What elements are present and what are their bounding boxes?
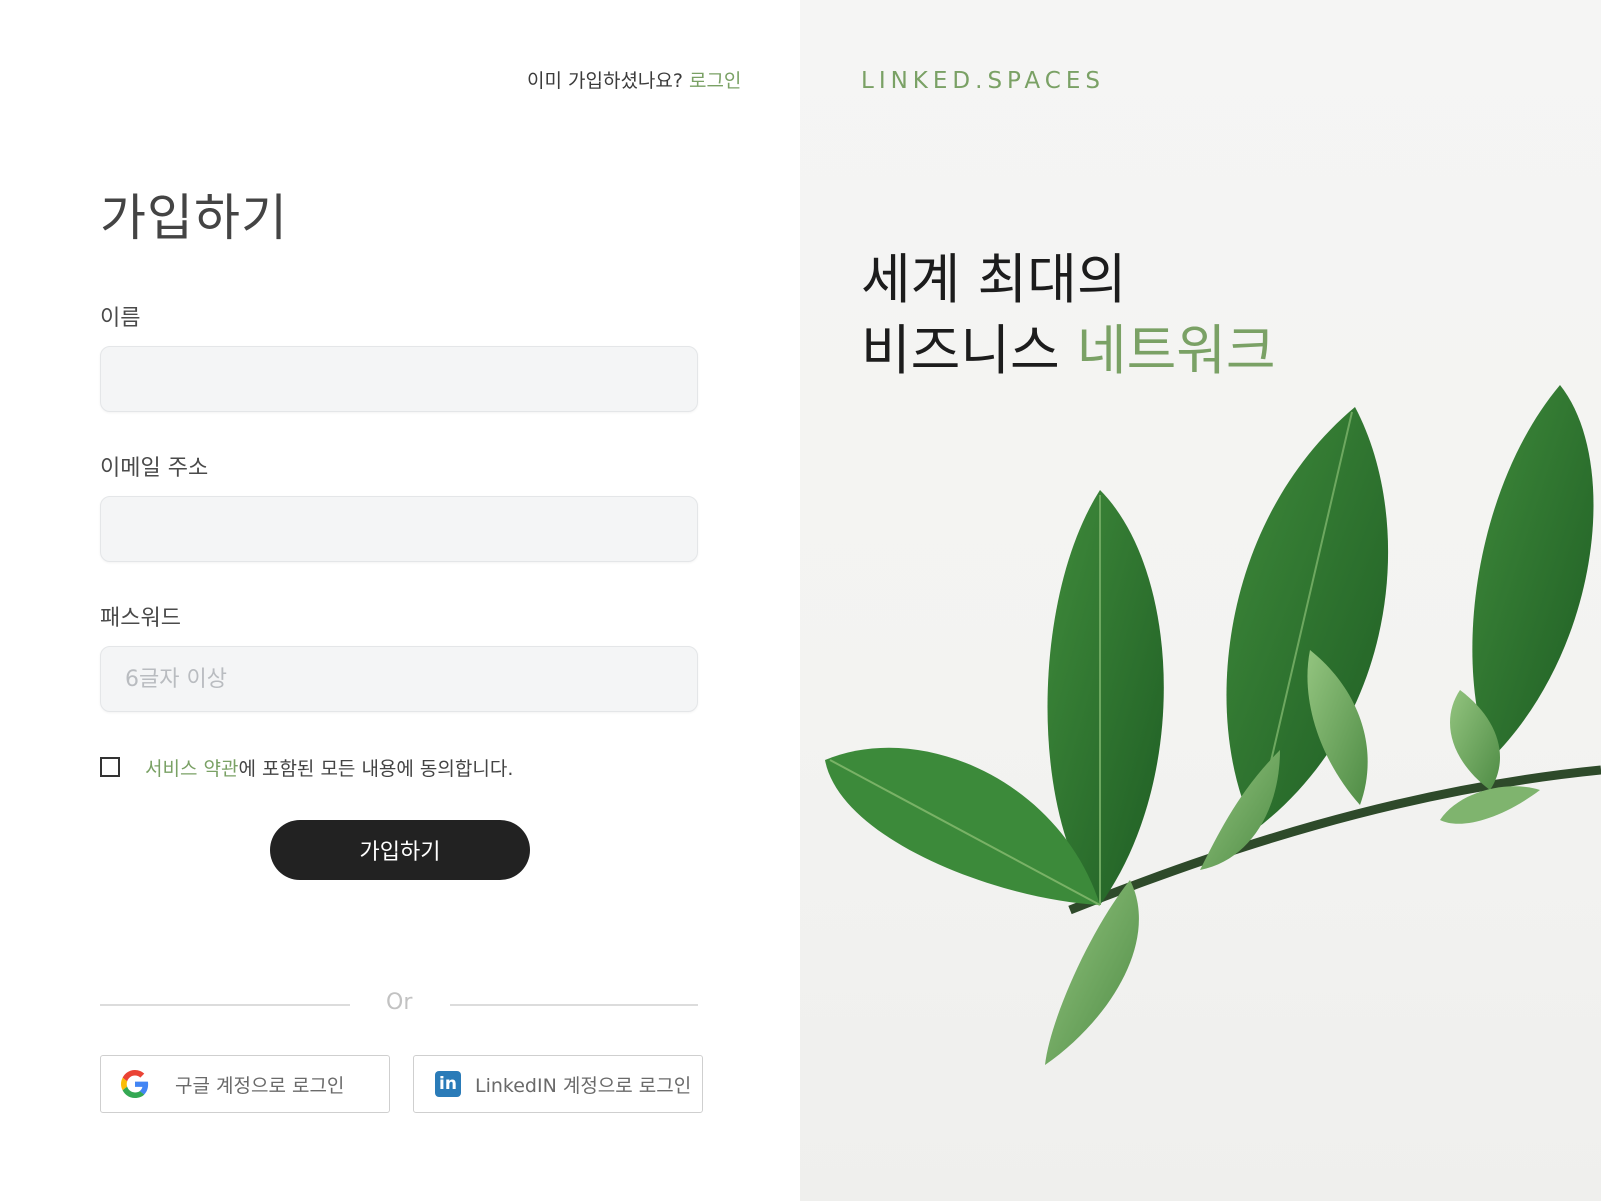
- name-field[interactable]: [100, 346, 698, 412]
- email-label: 이메일 주소: [100, 456, 209, 481]
- divider-line-right: [450, 1004, 698, 1006]
- headline-plain: 비즈니스: [861, 319, 1077, 382]
- email-field[interactable]: [100, 496, 698, 562]
- password-field[interactable]: [100, 646, 698, 712]
- page-title: 가입하기: [100, 189, 288, 247]
- linkedin-login-button[interactable]: in LinkedIN 계정으로 로그인: [413, 1055, 703, 1113]
- agree-sentence: 에 포함된 모든 내용에 동의합니다.: [238, 757, 514, 780]
- google-icon: [121, 1070, 149, 1098]
- login-prompt: 이미 가입하셨나요? 로그인: [527, 66, 741, 93]
- brand-logo-text: LINKED.SPACES: [861, 68, 1105, 94]
- linkedin-login-label: LinkedIN 계정으로 로그인: [475, 1074, 692, 1097]
- agree-text: 서비스 약관에 포함된 모든 내용에 동의합니다.: [145, 754, 513, 781]
- hero-pane: LINKED.SPACES 세계 최대의 비즈니스 네트워크: [800, 0, 1601, 1201]
- leaf-branch-image: [825, 385, 1601, 1065]
- google-login-label: 구글 계정으로 로그인: [175, 1074, 345, 1097]
- linkedin-icon: in: [435, 1071, 461, 1097]
- terms-agreement: 서비스 약관에 포함된 모든 내용에 동의합니다.: [100, 754, 513, 780]
- agree-checkbox[interactable]: [100, 757, 120, 777]
- hero-headline: 세계 최대의 비즈니스 네트워크: [861, 244, 1276, 386]
- signup-pane: 이미 가입하셨나요? 로그인 가입하기 이름 이메일 주소 패스워드 서비스 약관…: [0, 0, 800, 1201]
- password-label: 패스워드: [100, 606, 181, 631]
- login-link[interactable]: 로그인: [689, 70, 741, 92]
- divider-or: Or: [386, 990, 413, 1015]
- google-login-button[interactable]: 구글 계정으로 로그인: [100, 1055, 390, 1113]
- terms-link[interactable]: 서비스 약관: [145, 758, 238, 780]
- headline-accent: 네트워크: [1076, 319, 1276, 382]
- headline-line-1: 세계 최대의: [861, 248, 1127, 311]
- name-label: 이름: [100, 306, 141, 331]
- already-member-text: 이미 가입하셨나요?: [527, 70, 683, 92]
- divider-line-left: [100, 1004, 350, 1006]
- signup-button[interactable]: 가입하기: [270, 820, 530, 880]
- headline-line-2: 비즈니스 네트워크: [861, 315, 1276, 386]
